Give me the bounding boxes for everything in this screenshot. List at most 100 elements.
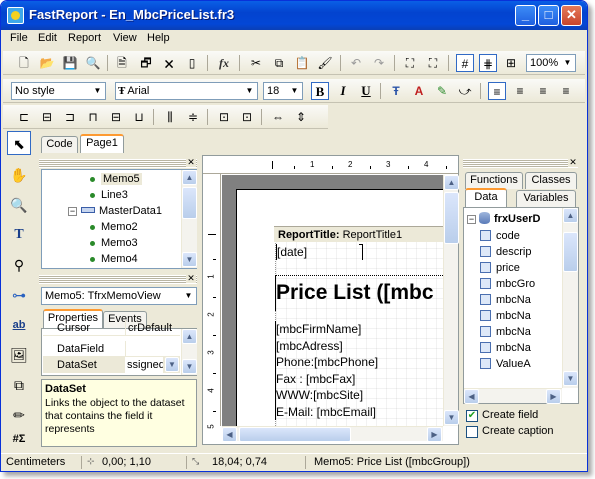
close-icon[interactable]: ✕ <box>186 157 196 167</box>
space-horizontally-icon[interactable]: ⫼ <box>161 108 179 126</box>
format-painter-icon[interactable]: 🖌 <box>316 54 334 72</box>
scroll-down-icon[interactable]: ▼ <box>444 410 459 425</box>
scroll-up-icon[interactable]: ▲ <box>444 175 459 190</box>
center-in-band-icon[interactable]: ⊡ <box>215 108 233 126</box>
cut-icon[interactable]: ✂ <box>247 54 265 72</box>
maximize-button[interactable]: □ <box>538 5 559 26</box>
align-right-icon[interactable]: ≡ <box>534 82 552 100</box>
hand-tool-icon[interactable]: ✋ <box>7 163 31 187</box>
system-text-icon[interactable]: #Σ <box>7 427 31 451</box>
property-value[interactable]: ssigned) <box>125 357 163 373</box>
minimize-button[interactable]: _ <box>515 5 536 26</box>
scroll-thumb[interactable] <box>563 232 578 272</box>
variables-icon[interactable]: fx <box>215 54 233 72</box>
close-button[interactable]: ✕ <box>561 5 582 26</box>
menu-view[interactable]: View <box>113 32 137 44</box>
memo-date[interactable]: [date] <box>276 244 363 260</box>
font-select[interactable]: Ŧ Arial ▼ <box>115 82 258 100</box>
scroll-down-icon[interactable]: ▼ <box>182 359 197 374</box>
memo-heading[interactable]: Price List ([mbc <box>275 275 443 311</box>
picture-object-icon[interactable]: 🖼 <box>7 343 31 367</box>
italic-icon[interactable]: I <box>334 82 352 100</box>
same-width-icon[interactable]: ⇔ <box>269 108 287 126</box>
scroll-up-icon[interactable]: ▲ <box>182 170 197 185</box>
scroll-thumb[interactable] <box>182 187 197 219</box>
tab-page1[interactable]: Page1 <box>80 134 124 153</box>
align-rights-icon[interactable]: ⊐ <box>61 108 79 126</box>
style-select[interactable]: No style ▼ <box>11 82 106 100</box>
tree-item-line3[interactable]: Line3 <box>90 187 128 203</box>
scroll-left-icon[interactable]: ◀ <box>464 389 479 404</box>
group-icon[interactable]: ⛶ <box>401 54 419 72</box>
scroll-up-icon[interactable]: ▲ <box>563 208 578 223</box>
inspector-header[interactable] <box>39 274 197 284</box>
data-field[interactable]: mbcNa <box>480 340 531 356</box>
tree-item-memo4[interactable]: Memo4 <box>90 251 138 267</box>
tab-functions[interactable]: Functions <box>465 172 523 189</box>
chevron-down-icon[interactable]: ▼ <box>91 84 104 98</box>
underline-icon[interactable]: U <box>357 82 375 100</box>
scroll-right-icon[interactable]: ▶ <box>546 389 561 404</box>
chevron-down-icon[interactable]: ▼ <box>288 84 301 98</box>
property-scrollbar[interactable]: ▲ ▼ <box>181 329 197 375</box>
scroll-right-icon[interactable]: ▶ <box>427 427 442 442</box>
redo-icon[interactable]: ↷ <box>370 54 388 72</box>
data-field[interactable]: mbcNa <box>480 292 531 308</box>
property-row[interactable]: Cursor crDefault <box>43 320 180 336</box>
data-field[interactable]: descrip <box>480 244 531 260</box>
close-icon[interactable]: ✕ <box>568 157 578 167</box>
chevron-down-icon[interactable]: ▼ <box>561 56 574 70</box>
tree-item-memo3[interactable]: Memo3 <box>90 235 138 251</box>
text-tool-icon[interactable]: T <box>7 223 31 247</box>
tree-scrollbar[interactable]: ▲ ▼ <box>181 170 197 268</box>
data-root[interactable]: − frxUserD <box>467 211 540 227</box>
space-vertically-icon[interactable]: ≑ <box>184 108 202 126</box>
align-to-grid-icon[interactable]: ⋕ <box>479 54 497 72</box>
data-field[interactable]: code <box>480 228 520 244</box>
data-field[interactable]: mbcNa <box>480 308 531 324</box>
close-icon[interactable]: ✕ <box>186 273 196 283</box>
draw-object-icon[interactable]: ✏ <box>7 403 31 427</box>
design-hscroll[interactable]: ◀ ▶ <box>222 426 443 442</box>
align-justify-icon[interactable]: ≡ <box>557 82 575 100</box>
report-page[interactable]: ReportTitle: ReportTitle1 [date] Price L… <box>236 189 443 426</box>
menu-edit[interactable]: Edit <box>38 32 57 44</box>
create-field-checkbox[interactable]: ✔ <box>466 410 478 422</box>
subreport-object-icon[interactable]: ⧉ <box>7 373 31 397</box>
preview-icon[interactable]: 🔍 <box>84 54 102 72</box>
center-horizontally-icon[interactable]: ⊟ <box>38 108 56 126</box>
show-grid-icon[interactable]: # <box>456 54 474 72</box>
align-left-icon[interactable]: ≡ <box>488 82 506 100</box>
rotation-icon[interactable]: ⤻ <box>456 82 474 100</box>
new-report-icon[interactable]: 🗋 <box>15 54 33 72</box>
save-icon[interactable]: 💾 <box>61 54 79 72</box>
format-copy-tool-icon[interactable]: ⚲ <box>7 253 31 277</box>
tab-classes[interactable]: Classes <box>525 172 577 189</box>
menu-report[interactable]: Report <box>68 32 101 44</box>
open-icon[interactable]: 📂 <box>38 54 56 72</box>
tree-item-memo2[interactable]: Memo2 <box>90 219 138 235</box>
memo-contacts[interactable]: [mbcFirmName] [mbcAdress] Phone:[mbcPhon… <box>275 321 443 420</box>
font-color-icon[interactable]: A <box>410 82 428 100</box>
scroll-thumb[interactable] <box>444 192 459 244</box>
copy-icon[interactable]: ⧉ <box>270 54 288 72</box>
report-tree-header[interactable] <box>39 158 197 168</box>
center-vertically-icon[interactable]: ⊟ <box>107 108 125 126</box>
tab-code[interactable]: Code <box>41 136 78 153</box>
font-settings-icon[interactable]: Ŧ <box>387 82 405 100</box>
new-dialog-icon[interactable]: 🗗 <box>137 54 155 72</box>
design-vscroll[interactable]: ▲ ▼ <box>443 175 459 426</box>
data-hscroll[interactable]: ◀ ▶ <box>464 388 562 404</box>
chevron-down-icon[interactable]: ▼ <box>165 357 179 372</box>
data-field[interactable]: ValueA <box>480 356 531 372</box>
menu-help[interactable]: Help <box>147 32 170 44</box>
tab-data[interactable]: Data <box>465 188 507 207</box>
align-tops-icon[interactable]: ⊓ <box>84 108 102 126</box>
highlight-icon[interactable]: ✎ <box>433 82 451 100</box>
data-field[interactable]: price <box>480 260 520 276</box>
scroll-left-icon[interactable]: ◀ <box>222 427 237 442</box>
create-caption-checkbox[interactable] <box>466 426 478 438</box>
same-height-icon[interactable]: ⇕ <box>292 108 310 126</box>
fit-to-grid-icon[interactable]: ⊞ <box>502 54 520 72</box>
align-bottoms-icon[interactable]: ⊔ <box>130 108 148 126</box>
